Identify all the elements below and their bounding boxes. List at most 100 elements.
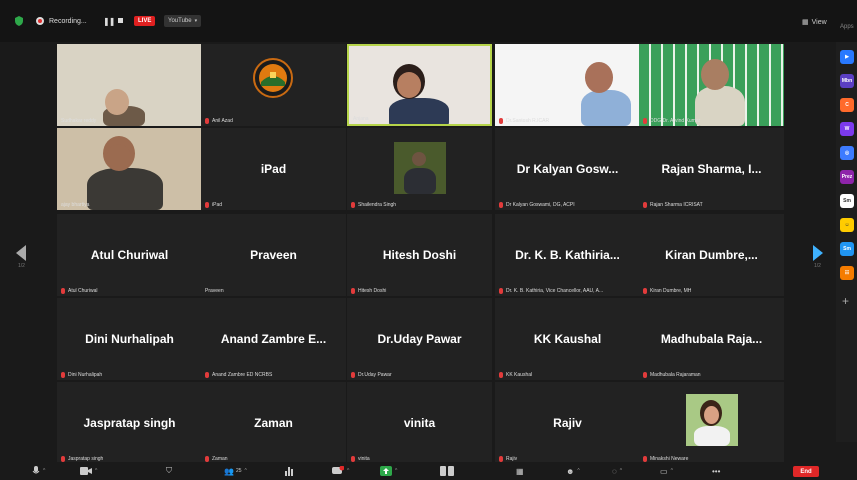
pause-recording-button[interactable]: ❚❚ [103,14,115,28]
chevron-up-icon: ^ [43,468,46,474]
participant-name-label: Rajan Sharma ICRISAT [643,202,703,208]
participant-tile[interactable]: Dr Kalyan Gosw... Dr Kalyan Goswami, DG, … [495,128,640,210]
app-shortcut-icon[interactable]: Sm [840,194,854,208]
participant-display-name: Hitesh Doshi [382,248,457,262]
participant-tile[interactable]: DDG Dr. Arvind Kumar [639,44,784,126]
chevron-up-icon: ^ [619,468,623,474]
participant-tile[interactable]: Rajiv Rajiv [495,382,640,464]
participant-name: Shailendra Singh [358,202,397,208]
notes-button[interactable]: ▭ ^ [660,465,673,477]
more-dots-icon: ••• [712,466,721,476]
participant-tile[interactable]: Shailendra Singh [347,128,492,210]
participant-tile[interactable]: Madhubala Raja... Madhubala Rajaraman [639,298,784,380]
participant-name: ajay bhartiya [61,202,90,208]
participant-tile[interactable]: Minakshi Neware [639,382,784,464]
participant-tile[interactable]: iPad iPad [201,128,346,210]
polls-button[interactable] [284,465,294,477]
muted-mic-icon [499,372,503,378]
participant-tile[interactable]: Hitesh Doshi Hitesh Doshi [347,214,492,296]
participant-tile[interactable]: Kiran Dumbre,... Kiran Dumbre, MH [639,214,784,296]
chat-button[interactable]: ^ [332,465,349,477]
participant-display-name: Praveen [250,248,297,262]
more-button[interactable]: ••• [712,465,720,477]
participant-tile[interactable]: Anand Zambre E... Anand Zambre ED NCRBS [201,298,346,380]
participant-tile[interactable]: Dr. K. B. Kathiria... Dr. K. B. Kathiria,… [495,214,640,296]
chevron-up-icon: ^ [347,468,350,474]
apps-label: Apps [840,24,854,30]
share-screen-icon [380,466,392,476]
participant-display-name: Jaspratap singh [83,416,176,430]
participant-name-label: Anil Azad [205,118,233,124]
participant-tile[interactable]: vinita vinita [347,382,492,464]
participant-display-name: Atul Churiwal [90,248,169,262]
live-badge: LIVE [134,16,156,26]
app-shortcut-icon[interactable]: W [840,122,854,136]
participant-display-name: KK Kaushal [533,332,602,346]
whiteboard-button[interactable]: ◌ ^ [612,465,622,477]
view-button[interactable]: ▦ View [802,15,827,29]
app-shortcut-icon[interactable]: Mbn [840,74,854,88]
muted-mic-icon [61,372,65,378]
participant-tile[interactable]: Anjana [347,44,492,126]
participant-display-name: Madhubala Raja... [660,332,763,346]
participant-name-label: Dr. K. B. Kathiria, Vice Chancellor, AAU… [499,288,603,294]
participant-display-name: iPad [260,162,287,176]
participant-tile[interactable]: KK Kaushal KK Kaushal [495,298,640,380]
app-shortcut-icon[interactable]: Sm [840,242,854,256]
participant-tile[interactable]: Zaman Zaman [201,382,346,464]
participant-display-name: Rajan Sharma, I... [661,162,762,176]
recording-indicator[interactable]: Recording... [36,14,87,28]
apps-grid-icon: ▦ [516,466,524,476]
app-shortcut-icon[interactable]: C [840,98,854,112]
record-button[interactable] [440,465,454,477]
share-screen-button[interactable]: ^ [380,465,397,477]
video-button[interactable]: ^ [80,465,97,477]
participant-tile[interactable]: ajay bhartiya [57,128,202,210]
participant-tile[interactable]: Sudhakar reddy [57,44,202,126]
participant-tile[interactable]: Praveen Praveen [201,214,346,296]
profile-logo-icon [253,58,293,98]
next-page-arrow-icon[interactable] [813,245,823,261]
participant-tile[interactable]: Atul Churiwal Atul Churiwal [57,214,202,296]
muted-mic-icon [205,118,209,124]
participant-tile[interactable]: Jaspratap singh Jaspratap singh [57,382,202,464]
participant-name-label: Dr.Uday Pawar [351,372,392,378]
participant-display-name: Anand Zambre E... [220,332,327,346]
participants-count: 25 [235,468,242,474]
participant-name: Dini Nurhalipah [68,372,103,378]
reactions-button[interactable]: ☻ ^ [566,465,580,477]
participant-name-label: Dr Kalyan Goswami, DG, ACPI [499,202,575,208]
participant-name-label: DDG Dr. Arvind Kumar [643,118,700,124]
mute-button[interactable]: ^ [32,465,45,477]
participant-tile[interactable]: Anil Azad [201,44,346,126]
apps-button[interactable]: ▦ [516,465,524,477]
participants-icon: 👥 [224,466,234,476]
app-shortcut-icon[interactable]: ☷ [840,266,854,280]
participants-button[interactable]: 👥 25 ^ [224,465,247,477]
youtube-stream-dropdown[interactable]: YouTube ▾ [164,15,202,27]
previous-page-arrow-icon[interactable] [16,245,26,261]
add-app-icon[interactable]: + [842,294,849,308]
app-shortcut-icon[interactable]: ▶ [840,50,854,64]
security-button[interactable]: ⛉ [166,465,172,477]
app-shortcut-icon[interactable]: ☺ [840,218,854,232]
muted-mic-icon [351,372,355,378]
meeting-top-bar: Recording... ❚❚ LIVE YouTube ▾ ▦ View Ap… [0,0,857,42]
participant-tile[interactable]: Dini Nurhalipah Dini Nurhalipah [57,298,202,380]
stop-recording-button[interactable] [118,18,123,23]
app-shortcut-icon[interactable]: Prez [840,170,854,184]
participant-tile[interactable]: Dr.Santosh R.ICAR [495,44,640,126]
participant-name-label: ajay bhartiya [61,202,89,208]
muted-mic-icon [499,202,503,208]
muted-mic-icon [351,202,355,208]
muted-mic-icon [61,288,65,294]
end-meeting-button[interactable]: End [793,466,819,477]
app-shortcut-icon[interactable]: ◎ [840,146,854,160]
muted-mic-icon [351,288,355,294]
participant-name-label: Shailendra Singh [351,202,396,208]
participant-tile[interactable]: Dr.Uday Pawar Dr.Uday Pawar [347,298,492,380]
meeting-toolbar: ^ ^ ⛉ 👥 25 ^ ^ ^ ▦ ☻ ^ ◌ ^ ▭ ^ ••• End [0,462,857,480]
security-shield-icon[interactable] [14,16,24,26]
participant-tile[interactable]: Rajan Sharma, I... Rajan Sharma ICRISAT [639,128,784,210]
participant-name: iPad [212,202,223,208]
